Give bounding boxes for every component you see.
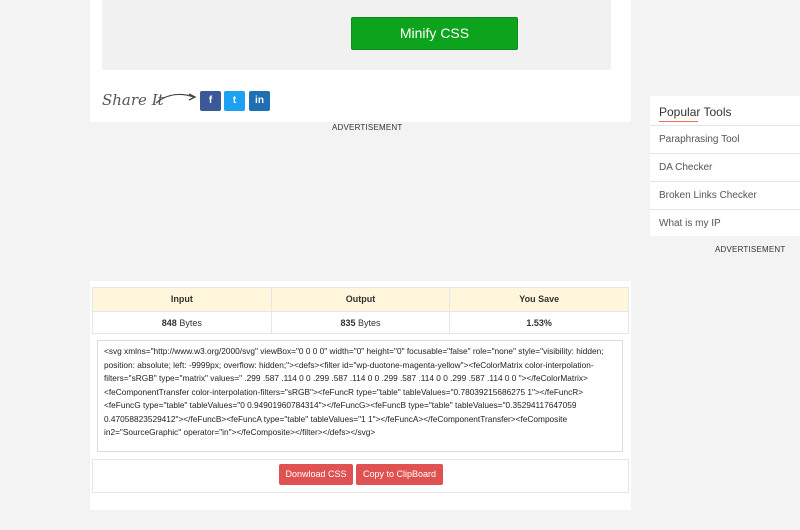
savings: 1.53% <box>450 312 628 334</box>
copy-to-clipboard-button[interactable]: Copy to ClipBoard <box>356 464 443 485</box>
input-size-unit: Bytes <box>179 318 202 328</box>
tool-link-broken-links[interactable]: Broken Links Checker <box>650 181 800 210</box>
twitter-share-button[interactable]: t <box>224 91 245 111</box>
minify-css-button[interactable]: Minify CSS <box>351 17 518 50</box>
minified-output-textarea[interactable]: <svg xmlns="http://www.w3.org/2000/svg" … <box>97 340 623 452</box>
header-output: Output <box>272 288 451 311</box>
arrow-right-icon <box>155 93 197 104</box>
facebook-share-button[interactable]: f <box>200 91 221 111</box>
download-css-button[interactable]: Donwload CSS <box>279 464 353 485</box>
result-card: Input Output You Save 848 Bytes 835 Byte… <box>90 281 631 510</box>
header-input: Input <box>93 288 272 311</box>
output-size-value: 835 <box>340 318 356 328</box>
advertisement-label-sidebar: ADVERTISEMENT <box>715 245 786 254</box>
input-size-value: 848 <box>161 318 177 328</box>
tool-link-da-checker[interactable]: DA Checker <box>650 153 800 182</box>
title-underline <box>659 121 698 122</box>
popular-tools-title: Popular Tools <box>659 105 732 119</box>
stats-table: Input Output You Save 848 Bytes 835 Byte… <box>92 287 629 334</box>
output-size: 835 Bytes <box>272 312 451 334</box>
popular-tools-panel: Popular Tools Paraphrasing Tool DA Check… <box>650 96 800 236</box>
advertisement-label: ADVERTISEMENT <box>332 123 403 132</box>
stats-value-row: 848 Bytes 835 Bytes 1.53% <box>93 312 628 334</box>
stats-header-row: Input Output You Save <box>93 288 628 312</box>
linkedin-share-button[interactable]: in <box>249 91 270 111</box>
tool-link-what-is-my-ip[interactable]: What is my IP <box>650 209 800 238</box>
tool-link-paraphrasing[interactable]: Paraphrasing Tool <box>650 125 800 154</box>
savings-value: 1.53% <box>526 318 552 328</box>
input-size: 848 Bytes <box>93 312 272 334</box>
minify-card: Minify CSS Share It f t in <box>90 0 631 122</box>
output-size-unit: Bytes <box>358 318 381 328</box>
header-you-save: You Save <box>519 294 560 304</box>
minify-panel: Minify CSS <box>102 0 611 70</box>
